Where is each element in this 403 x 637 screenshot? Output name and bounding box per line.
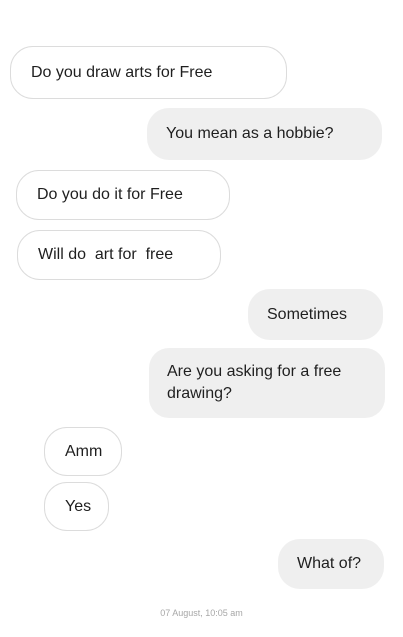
message-text: Amm xyxy=(65,442,103,460)
message-bubble-incoming[interactable]: Do you do it for Free xyxy=(16,170,230,220)
message-text: What of? xyxy=(297,555,362,572)
message-bubble-outgoing[interactable]: What of? xyxy=(278,539,384,589)
message-bubble-outgoing[interactable]: You mean as a hobbie? xyxy=(147,108,382,160)
message-text: Are you asking for a free drawing? xyxy=(167,363,342,402)
message-bubble-incoming[interactable]: Will do art for free xyxy=(17,230,221,280)
message-text: Sometimes xyxy=(267,305,348,323)
message-bubble-incoming[interactable]: Yes xyxy=(44,482,109,531)
message-text: Yes xyxy=(65,497,92,515)
message-timestamp: 07 August, 10:05 am xyxy=(160,608,243,618)
message-bubble-outgoing[interactable]: Sometimes xyxy=(248,289,383,340)
message-bubble-incoming[interactable]: Amm xyxy=(44,427,122,476)
message-bubble-outgoing[interactable]: Are you asking for a free drawing? xyxy=(149,348,385,418)
message-text: Do you draw arts for Free xyxy=(31,63,213,81)
message-text: Do you do it for Free xyxy=(37,186,183,203)
message-text: You mean as a hobbie? xyxy=(166,125,334,142)
message-bubble-incoming[interactable]: Do you draw arts for Free xyxy=(10,46,287,99)
message-text: Will do art for free xyxy=(38,246,174,263)
